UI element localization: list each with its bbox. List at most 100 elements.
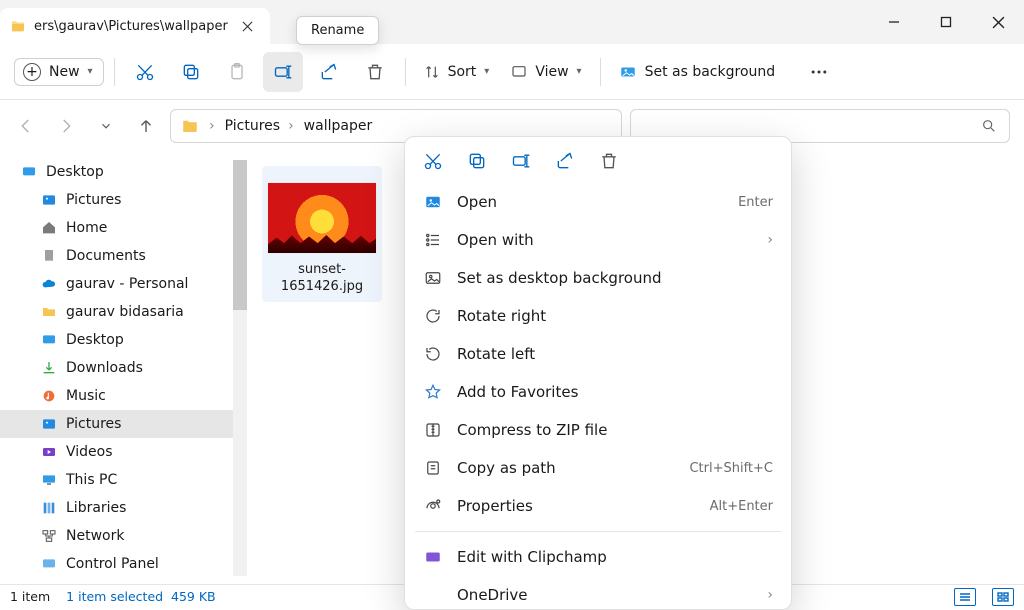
share-icon[interactable] xyxy=(309,52,349,92)
chevron-right-icon: › xyxy=(767,232,773,248)
zip-icon xyxy=(423,420,443,440)
tree-videos[interactable]: Videos xyxy=(0,438,247,466)
toolbar: + New ▾ Sort ▾ View ▾ Set as background xyxy=(0,44,1024,100)
delete-icon[interactable] xyxy=(355,52,395,92)
downloads-icon xyxy=(40,359,58,377)
tree-libraries[interactable]: Libraries xyxy=(0,494,247,522)
tree-desktop2[interactable]: Desktop xyxy=(0,326,247,354)
set-background-button[interactable]: Set as background xyxy=(611,57,784,87)
ctx-properties[interactable]: Properties Alt+Enter xyxy=(411,487,785,525)
status-selected: 1 item selected 459 KB xyxy=(66,589,215,604)
sort-button[interactable]: Sort ▾ xyxy=(416,58,498,86)
nav-forward-icon[interactable] xyxy=(50,110,82,142)
sort-label: Sort xyxy=(448,64,477,80)
ctx-open[interactable]: Open Enter xyxy=(411,183,785,221)
documents-icon xyxy=(40,247,58,265)
ctx-copy-path[interactable]: Copy as path Ctrl+Shift+C xyxy=(411,449,785,487)
tree-control-panel[interactable]: Control Panel xyxy=(0,550,247,578)
ctx-rotate-left[interactable]: Rotate left xyxy=(411,335,785,373)
details-layout-button[interactable] xyxy=(954,588,976,606)
crumb-pictures[interactable]: Pictures› xyxy=(225,118,294,134)
ctx-share-icon[interactable] xyxy=(553,149,577,173)
ctx-rotate-right[interactable]: Rotate right xyxy=(411,297,785,335)
ctx-rename-icon[interactable] xyxy=(509,149,533,173)
titlebar: ers\gaurav\Pictures\wallpaper xyxy=(0,0,1024,44)
tree-desktop[interactable]: Desktop xyxy=(0,158,247,186)
tree-downloads[interactable]: Downloads xyxy=(0,354,247,382)
cut-icon[interactable] xyxy=(125,52,165,92)
sidebar: Desktop Pictures Home Documents gaurav -… xyxy=(0,152,248,584)
tree-pictures-selected[interactable]: Pictures xyxy=(0,410,247,438)
separator xyxy=(405,58,406,86)
chevron-right-icon: › xyxy=(209,118,215,134)
file-name: sunset-1651426.jpg xyxy=(262,262,382,296)
tree-onedrive-personal[interactable]: gaurav - Personal xyxy=(0,270,247,298)
star-icon xyxy=(423,382,443,402)
view-icon xyxy=(511,64,527,80)
sort-icon xyxy=(424,64,440,80)
rename-icon[interactable] xyxy=(263,52,303,92)
ctx-favorites[interactable]: Add to Favorites xyxy=(411,373,785,411)
file-item[interactable]: sunset-1651426.jpg xyxy=(262,166,382,302)
thumbnails-layout-button[interactable] xyxy=(992,588,1014,606)
rename-tooltip: Rename xyxy=(296,16,379,45)
separator xyxy=(114,58,115,86)
view-button[interactable]: View ▾ xyxy=(503,58,589,86)
videos-icon xyxy=(40,443,58,461)
ctx-delete-icon[interactable] xyxy=(597,149,621,173)
status-count: 1 item xyxy=(10,589,50,604)
cloud-icon xyxy=(40,275,58,293)
tree-thispc[interactable]: This PC xyxy=(0,466,247,494)
nav-back-icon[interactable] xyxy=(10,110,42,142)
picture-icon xyxy=(619,63,637,81)
libraries-icon xyxy=(40,499,58,517)
tab[interactable]: ers\gaurav\Pictures\wallpaper xyxy=(0,8,270,44)
openwith-icon xyxy=(423,230,443,250)
close-button[interactable] xyxy=(972,0,1024,44)
sidebar-scrollbar[interactable] xyxy=(233,160,247,576)
chevron-right-icon: › xyxy=(288,118,294,134)
file-thumbnail xyxy=(267,182,377,254)
network-icon xyxy=(40,527,58,545)
picture-icon xyxy=(423,268,443,288)
chevron-down-icon: ▾ xyxy=(484,66,489,77)
tree-network[interactable]: Network xyxy=(0,522,247,550)
pictures-icon xyxy=(40,191,58,209)
pc-icon xyxy=(40,471,58,489)
nav-tree: Desktop Pictures Home Documents gaurav -… xyxy=(0,152,247,578)
paste-icon[interactable] xyxy=(217,52,257,92)
tree-documents[interactable]: Documents xyxy=(0,242,247,270)
tree-home[interactable]: Home xyxy=(0,214,247,242)
ctx-set-background[interactable]: Set as desktop background xyxy=(411,259,785,297)
tree-music[interactable]: Music xyxy=(0,382,247,410)
music-icon xyxy=(40,387,58,405)
ctx-compress[interactable]: Compress to ZIP file xyxy=(411,411,785,449)
plus-icon: + xyxy=(23,63,41,81)
folder-icon xyxy=(40,303,58,321)
ctx-copy-icon[interactable] xyxy=(465,149,489,173)
rotate-left-icon xyxy=(423,344,443,364)
ctx-clipchamp[interactable]: Edit with Clipchamp xyxy=(411,538,785,576)
copy-icon[interactable] xyxy=(171,52,211,92)
ctx-cut-icon[interactable] xyxy=(421,149,445,173)
nav-recent-icon[interactable] xyxy=(90,110,122,142)
crumb-wallpaper[interactable]: wallpaper xyxy=(304,118,373,134)
folder-icon xyxy=(181,117,199,135)
tab-close-icon[interactable] xyxy=(236,14,260,38)
tree-pictures[interactable]: Pictures xyxy=(0,186,247,214)
minimize-button[interactable] xyxy=(868,0,920,44)
more-button[interactable] xyxy=(799,52,839,92)
clipchamp-icon xyxy=(423,547,443,567)
set-background-label: Set as background xyxy=(645,64,776,80)
new-button[interactable]: + New ▾ xyxy=(14,58,104,86)
separator xyxy=(600,58,601,86)
maximize-button[interactable] xyxy=(920,0,972,44)
search-icon xyxy=(981,118,997,134)
desktop-icon xyxy=(40,331,58,349)
window-controls xyxy=(868,0,1024,44)
copypath-icon xyxy=(423,458,443,478)
nav-up-icon[interactable] xyxy=(130,110,162,142)
ctx-open-with[interactable]: Open with › xyxy=(411,221,785,259)
ctx-onedrive[interactable]: OneDrive › xyxy=(411,576,785,609)
tree-user-folder[interactable]: gaurav bidasaria xyxy=(0,298,247,326)
